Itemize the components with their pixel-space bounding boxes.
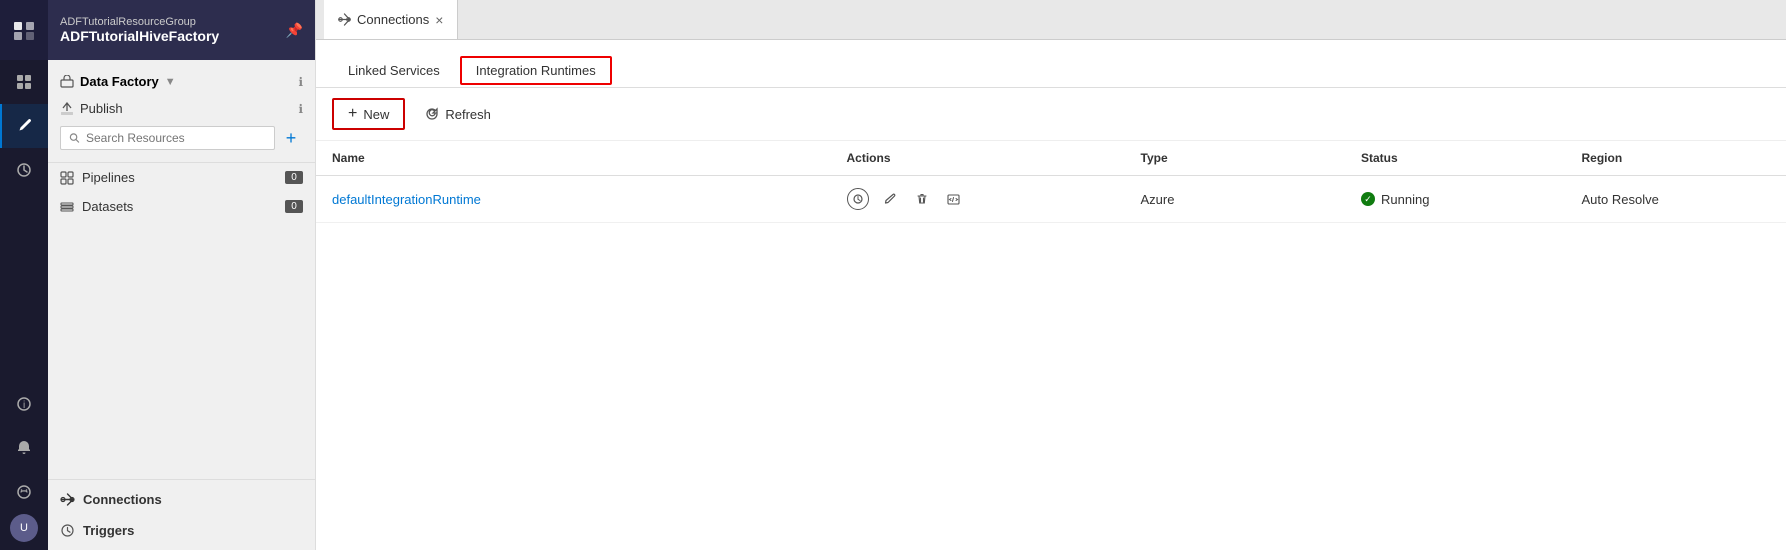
col-status: Status bbox=[1345, 141, 1566, 176]
rail-notifications-icon[interactable] bbox=[0, 426, 48, 470]
row-actions bbox=[831, 176, 1125, 223]
new-plus-icon: + bbox=[348, 105, 357, 123]
connections-icon bbox=[60, 492, 75, 507]
connections-tab[interactable]: Connections × bbox=[324, 0, 458, 39]
col-actions: Actions bbox=[831, 141, 1125, 176]
publish-info-icon[interactable]: ℹ bbox=[298, 102, 303, 116]
pipelines-icon bbox=[60, 171, 74, 185]
delete-action-icon[interactable] bbox=[911, 188, 933, 210]
tab-close-button[interactable]: × bbox=[435, 12, 443, 28]
triggers-icon bbox=[60, 523, 75, 538]
linked-services-tab-label: Linked Services bbox=[348, 63, 440, 78]
refresh-icon bbox=[425, 107, 439, 121]
search-box[interactable] bbox=[60, 126, 275, 150]
connections-panel: Linked Services Integration Runtimes + N… bbox=[316, 40, 1786, 550]
sidebar-header-text: ADFTutorialResourceGroup ADFTutorialHive… bbox=[60, 16, 219, 44]
search-icon bbox=[69, 132, 80, 144]
svg-text:i: i bbox=[23, 400, 25, 411]
triggers-label: Triggers bbox=[83, 523, 134, 538]
connections-label: Connections bbox=[83, 492, 162, 507]
nav-item-pipelines[interactable]: Pipelines 0 bbox=[48, 163, 315, 192]
new-label: New bbox=[363, 107, 389, 122]
monitor-action-icon[interactable] bbox=[847, 188, 869, 210]
rail-info-icon[interactable]: i bbox=[0, 382, 48, 426]
pipelines-badge: 0 bbox=[285, 171, 303, 184]
status-label: Running bbox=[1381, 192, 1429, 207]
add-resource-button[interactable]: + bbox=[279, 126, 303, 150]
table-body: defaultIntegrationRuntime bbox=[316, 176, 1786, 223]
datasets-icon bbox=[60, 200, 74, 214]
sub-tab-linked-services[interactable]: Linked Services bbox=[332, 55, 456, 88]
new-button[interactable]: + New bbox=[332, 98, 405, 130]
integration-runtimes-table-container: Name Actions Type Status Region defaultI… bbox=[316, 141, 1786, 550]
tab-connections-label: Connections bbox=[357, 12, 429, 27]
tab-connections-icon bbox=[338, 13, 351, 26]
col-region: Region bbox=[1566, 141, 1786, 176]
col-name: Name bbox=[316, 141, 831, 176]
status-running-indicator: Running bbox=[1361, 192, 1550, 207]
section-title-text: Data Factory bbox=[80, 74, 159, 89]
sidebar: ADFTutorialResourceGroup ADFTutorialHive… bbox=[48, 0, 316, 550]
table-row: defaultIntegrationRuntime bbox=[316, 176, 1786, 223]
rail-dashboard-icon[interactable] bbox=[0, 60, 48, 104]
search-input[interactable] bbox=[86, 131, 266, 145]
refresh-label: Refresh bbox=[445, 107, 491, 122]
rail-logo-area bbox=[0, 0, 48, 60]
section-title: Data Factory ▼ bbox=[60, 74, 176, 89]
nav-item-datasets-left: Datasets bbox=[60, 199, 133, 214]
icon-rail: i U bbox=[0, 0, 48, 550]
publish-icon bbox=[60, 102, 74, 116]
col-type: Type bbox=[1125, 141, 1346, 176]
main-content: Connections × Linked Services Integratio… bbox=[316, 0, 1786, 550]
publish-row[interactable]: Publish ℹ bbox=[60, 95, 303, 122]
factory-section-icon bbox=[60, 75, 74, 89]
pin-icon[interactable]: 📌 bbox=[286, 22, 303, 39]
nav-item-datasets[interactable]: Datasets 0 bbox=[48, 192, 315, 221]
refresh-button[interactable]: Refresh bbox=[413, 102, 503, 127]
rail-bottom: i U bbox=[0, 382, 48, 550]
sidebar-item-connections[interactable]: Connections bbox=[48, 484, 315, 515]
sidebar-bottom: Connections Triggers bbox=[48, 479, 315, 550]
tab-bar: Connections × bbox=[316, 0, 1786, 40]
row-type: Azure bbox=[1125, 176, 1346, 223]
row-status: Running bbox=[1345, 176, 1566, 223]
factory-name: ADFTutorialHiveFactory bbox=[60, 28, 219, 44]
sidebar-header: ADFTutorialResourceGroup ADFTutorialHive… bbox=[48, 0, 315, 60]
user-avatar[interactable]: U bbox=[10, 514, 38, 542]
nav-items: Pipelines 0 Datasets 0 bbox=[48, 163, 315, 221]
org-name: ADFTutorialResourceGroup bbox=[60, 16, 219, 28]
integration-runtimes-table: Name Actions Type Status Region defaultI… bbox=[316, 141, 1786, 223]
toolbar: + New Refresh bbox=[316, 88, 1786, 141]
adf-logo-icon bbox=[12, 18, 36, 42]
sub-tab-integration-runtimes[interactable]: Integration Runtimes bbox=[460, 56, 612, 85]
table-header: Name Actions Type Status Region bbox=[316, 141, 1786, 176]
datasets-badge: 0 bbox=[285, 200, 303, 213]
section-header: Data Factory ▼ ℹ bbox=[60, 68, 303, 95]
pipelines-label: Pipelines bbox=[82, 170, 135, 185]
datasets-label: Datasets bbox=[82, 199, 133, 214]
sub-tabs: Linked Services Integration Runtimes bbox=[316, 40, 1786, 88]
rail-monitor-icon[interactable] bbox=[0, 148, 48, 192]
row-name: defaultIntegrationRuntime bbox=[316, 176, 831, 223]
sidebar-factory-section: Data Factory ▼ ℹ Publish ℹ + bbox=[48, 60, 315, 163]
integration-runtimes-tab-label: Integration Runtimes bbox=[476, 63, 596, 78]
search-row: + bbox=[60, 122, 303, 154]
nav-item-pipelines-left: Pipelines bbox=[60, 170, 135, 185]
sidebar-item-triggers[interactable]: Triggers bbox=[48, 515, 315, 546]
publish-label: Publish bbox=[80, 101, 123, 116]
action-icons-group bbox=[847, 188, 1109, 210]
rail-feedback-icon[interactable] bbox=[0, 470, 48, 514]
rail-author-icon[interactable] bbox=[0, 104, 48, 148]
edit-action-icon[interactable] bbox=[879, 188, 901, 210]
section-info-icon[interactable]: ℹ bbox=[298, 75, 303, 89]
row-region: Auto Resolve bbox=[1566, 176, 1786, 223]
status-dot-icon bbox=[1361, 192, 1375, 206]
code-action-icon[interactable] bbox=[943, 188, 965, 210]
